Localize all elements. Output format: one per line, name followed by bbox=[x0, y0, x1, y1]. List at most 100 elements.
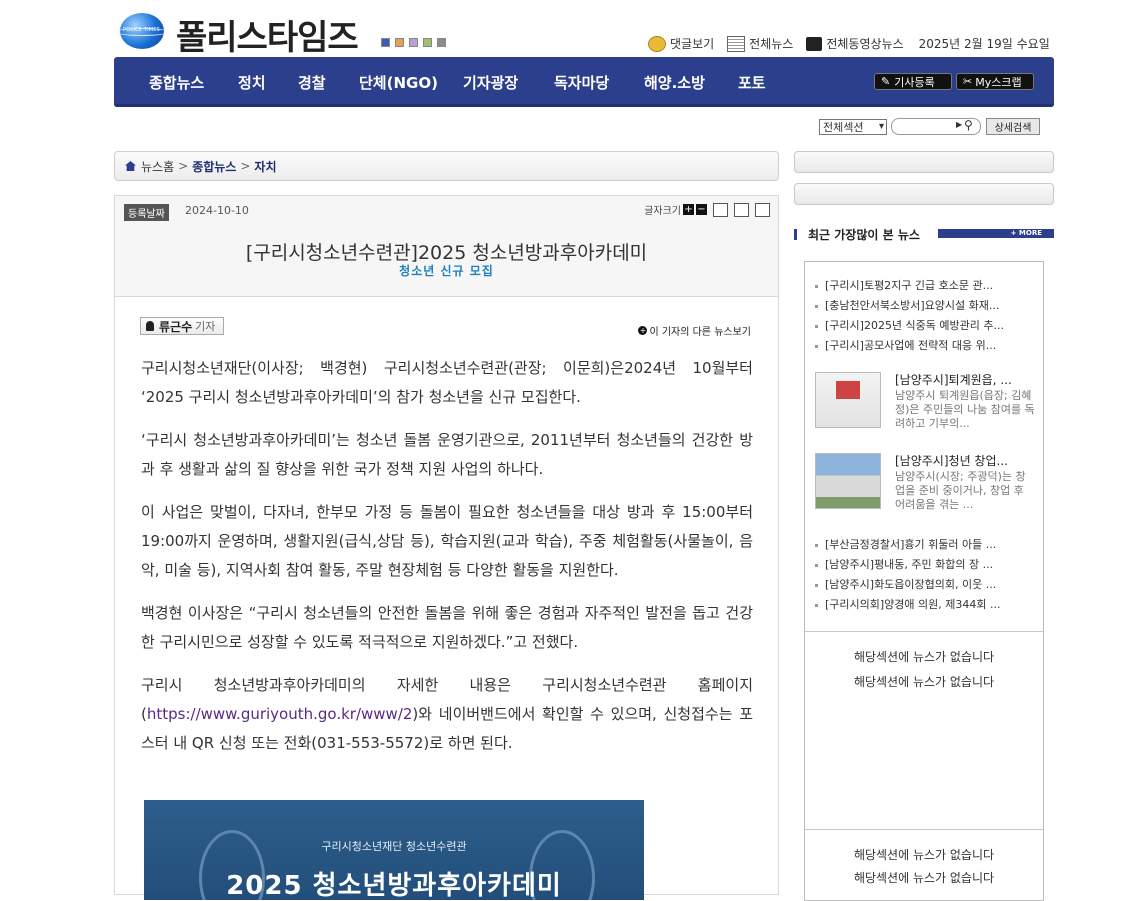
article-paragraph: 구리시청소년재단(이사장; 백경현) 구리시청소년수련관(관장; 이문희)은20… bbox=[141, 359, 753, 406]
registration-date: 2024-10-10 bbox=[185, 204, 249, 217]
email-icon[interactable] bbox=[713, 202, 728, 217]
article-paragraph: ‘구리시 청소년방과후아카데미’는 청소년 돌봄 운영기관으로, 2011년부터… bbox=[141, 431, 753, 478]
sidebar-banner bbox=[794, 151, 1054, 173]
comment-icon bbox=[648, 35, 666, 52]
article: 등록날짜 2024-10-10 글자크기 + − [구리시청소년수련관]2025… bbox=[114, 195, 779, 900]
nav-item-ngo[interactable]: 단체(NGO) bbox=[359, 72, 438, 93]
sidebar-banner bbox=[794, 183, 1054, 205]
register-article-label: 기사등록 bbox=[894, 75, 935, 89]
scrap-icon[interactable] bbox=[755, 202, 770, 217]
reporter-badge[interactable]: 류근수 기자 bbox=[140, 317, 225, 335]
all-video-news-link[interactable]: 전체동영상뉴스 bbox=[806, 35, 904, 52]
thumb-news-title[interactable]: [남양주시]청년 창업... bbox=[895, 452, 1008, 469]
list-item[interactable]: [구리시의회]양경애 의원, 제344회 ... bbox=[815, 595, 1037, 615]
top-links: 댓글보기 전체뉴스 전체동영상뉴스 2025년 2월 19일 수요일 bbox=[648, 35, 1050, 52]
homepage-link[interactable]: https://www.guriyouth.go.kr/www/2 bbox=[147, 705, 413, 723]
popular-news-header: 최근 가장많이 본 뉴스 + MORE bbox=[794, 226, 1054, 242]
main-nav: 종합뉴스 정치 경찰 단체(NGO) 기자광장 독자마당 해양.소방 포토 ✎ … bbox=[114, 57, 1054, 107]
scissors-icon: ✂ bbox=[963, 75, 973, 88]
article-paragraph: 구리시 청소년방과후아카데미의 자세한 내용은 구리시청소년수련관 홈페이지(h… bbox=[141, 671, 753, 758]
search-input[interactable]: ▶ ⚲ bbox=[891, 118, 981, 135]
my-scrap-button[interactable]: ✂ My스크랩 bbox=[956, 73, 1034, 90]
nav-item-readers[interactable]: 독자마당 bbox=[554, 72, 609, 93]
empty-section-message: 해당섹션에 뉴스가 없습니다 bbox=[853, 848, 995, 862]
popular-news-panel: [구리시]토평2지구 긴급 호소문 관... [충남천안서북소방서]요양시설 화… bbox=[804, 261, 1044, 901]
poster-org-text: 구리시청소년재단 청소년수련관 bbox=[321, 840, 467, 853]
list-item[interactable]: [구리시]2025년 식중독 예방관리 추... bbox=[815, 316, 1037, 336]
theme-swatch[interactable] bbox=[395, 38, 404, 47]
theme-swatch[interactable] bbox=[381, 38, 390, 47]
detail-search-button[interactable]: 상세검색 bbox=[986, 118, 1040, 135]
empty-section-message: 해당섹션에 뉴스가 없습니다 bbox=[853, 871, 995, 885]
all-news-link-label: 전체뉴스 bbox=[749, 37, 794, 51]
news-thumbnail[interactable] bbox=[815, 453, 881, 509]
divider bbox=[805, 829, 1043, 830]
search-icon[interactable]: ⚲ bbox=[964, 118, 973, 132]
nav-item-politics[interactable]: 정치 bbox=[238, 72, 266, 93]
register-article-button[interactable]: ✎ 기사등록 bbox=[874, 73, 952, 90]
section-select-value: 전체섹션 bbox=[823, 121, 864, 134]
font-decrease-icon[interactable]: − bbox=[696, 204, 707, 215]
list-item[interactable]: [남양주시]화도읍이장협의회, 이웃 ... bbox=[815, 575, 1037, 595]
registration-badge: 등록날짜 bbox=[124, 204, 169, 221]
comments-link[interactable]: 댓글보기 bbox=[648, 35, 714, 52]
site-logo-text[interactable]: 폴리스타임즈 bbox=[176, 10, 359, 59]
theme-swatch[interactable] bbox=[409, 38, 418, 47]
breadcrumb-section[interactable]: 종합뉴스 bbox=[192, 158, 236, 175]
list-item[interactable]: [구리시]토평2지구 긴급 호소문 관... bbox=[815, 276, 1037, 296]
nav-item-marine-fire[interactable]: 해양.소방 bbox=[644, 72, 705, 93]
section-select[interactable]: 전체섹션 ▾ bbox=[819, 119, 887, 135]
logo-globe-icon[interactable]: POLICE TIMES bbox=[116, 13, 168, 49]
reporter-name: 류근수 bbox=[159, 319, 193, 334]
current-date: 2025년 2월 19일 수요일 bbox=[918, 37, 1050, 51]
article-paragraph: 백경현 이사장은 “구리시 청소년들의 안전한 돌봄을 위해 좋은 경험과 자주… bbox=[141, 604, 753, 651]
nav-item-photo[interactable]: 포토 bbox=[738, 72, 766, 93]
print-icon[interactable] bbox=[734, 202, 749, 217]
more-by-reporter-link[interactable]: + 이 기자의 다른 뉴스보기 bbox=[638, 323, 751, 338]
article-title: [구리시청소년수련관]2025 청소년방과후아카데미 bbox=[245, 242, 648, 264]
breadcrumb-separator: > bbox=[178, 159, 189, 173]
theme-swatch[interactable] bbox=[437, 38, 446, 47]
nav-item-reporter-square[interactable]: 기자광장 bbox=[463, 72, 518, 93]
list-item[interactable]: [충남천안서북소방서]요양시설 화재... bbox=[815, 296, 1037, 316]
article-paragraph: 이 사업은 맞벌이, 다자녀, 한부모 가정 등 돌봄이 필요한 청소년들을 대… bbox=[141, 503, 753, 579]
list-item[interactable]: [남양주시]평내동, 주민 화합의 장 ... bbox=[815, 555, 1037, 575]
header-bar bbox=[794, 229, 797, 240]
search-arrow-icon: ▶ bbox=[956, 120, 963, 129]
popular-news-list: [부산금정경찰서]흉기 휘둘러 아들 ... [남양주시]평내동, 주민 화합의… bbox=[815, 535, 1037, 615]
breadcrumb-subsection[interactable]: 자치 bbox=[254, 158, 276, 175]
breadcrumb: 뉴스홈 > 종합뉴스 > 자치 bbox=[114, 151, 779, 181]
empty-section-message: 해당섹션에 뉴스가 없습니다 bbox=[853, 675, 995, 689]
news-thumbnail[interactable] bbox=[815, 372, 881, 428]
video-icon bbox=[806, 36, 823, 51]
nav-item-general-news[interactable]: 종합뉴스 bbox=[149, 72, 204, 93]
divider bbox=[805, 631, 1043, 632]
article-body: 구리시청소년재단(이사장; 백경현) 구리시청소년수련관(관장; 이문희)은20… bbox=[141, 354, 753, 772]
thumb-news-item[interactable]: [남양주시]청년 창업... 남양주시(시장; 주광덕)는 창업을 준비 중이거… bbox=[815, 453, 1037, 525]
theme-swatch[interactable] bbox=[423, 38, 432, 47]
nav-item-police[interactable]: 경찰 bbox=[298, 72, 326, 93]
article-poster-image: 구리시청소년재단 청소년수련관 2025 청소년방과후아카데미 bbox=[144, 800, 644, 900]
poster-title-text: 2025 청소년방과후아카데미 bbox=[226, 871, 562, 900]
news-list-icon bbox=[727, 35, 746, 52]
plus-icon: + bbox=[638, 326, 648, 335]
article-header: 등록날짜 2024-10-10 글자크기 + − [구리시청소년수련관]2025… bbox=[115, 196, 778, 297]
more-button[interactable]: + MORE bbox=[938, 229, 1054, 238]
more-by-reporter-label: 이 기자의 다른 뉴스보기 bbox=[649, 327, 751, 338]
all-news-link[interactable]: 전체뉴스 bbox=[727, 35, 793, 52]
breadcrumb-home[interactable]: 뉴스홈 bbox=[141, 158, 174, 175]
all-video-news-link-label: 전체동영상뉴스 bbox=[826, 37, 904, 51]
home-icon[interactable] bbox=[125, 161, 136, 171]
thumb-news-title[interactable]: [남양주시]퇴계원읍, ... bbox=[895, 371, 1012, 388]
thumb-news-desc: 남양주시 퇴계원읍(읍장; 김혜정)은 주민들의 나눔 참여를 독려하고 기부의… bbox=[895, 389, 1035, 430]
list-item[interactable]: [부산금정경찰서]흉기 휘둘러 아들 ... bbox=[815, 535, 1037, 555]
pencil-icon: ✎ bbox=[881, 75, 891, 88]
font-increase-icon[interactable]: + bbox=[683, 204, 694, 215]
comments-link-label: 댓글보기 bbox=[670, 37, 715, 51]
thumb-news-item[interactable]: [남양주시]퇴계원읍, ... 남양주시 퇴계원읍(읍장; 김혜정)은 주민들의… bbox=[815, 372, 1037, 444]
logo-sub-text: POLICE TIMES bbox=[123, 27, 161, 33]
theme-swatches bbox=[381, 38, 446, 47]
list-item[interactable]: [구리시]공모사업에 전략적 대응 위... bbox=[815, 336, 1037, 356]
chevron-down-icon: ▾ bbox=[878, 121, 884, 132]
article-tools: 글자크기 + − bbox=[644, 202, 770, 217]
